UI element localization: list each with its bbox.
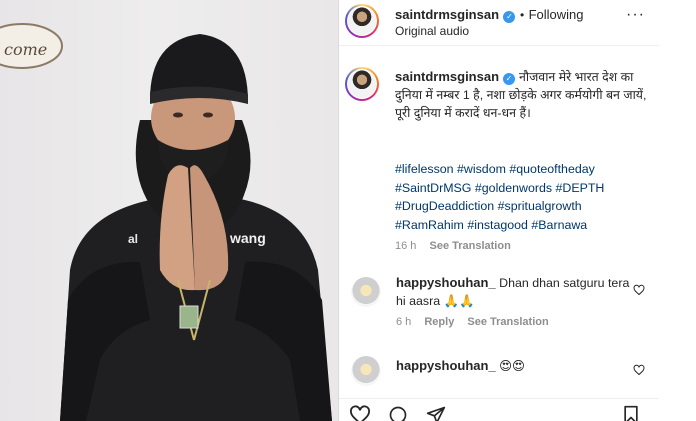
share-icon[interactable]	[425, 405, 447, 421]
see-translation-button[interactable]: See Translation	[429, 240, 510, 252]
wall-sign-text: come	[4, 40, 47, 59]
hashtag[interactable]: #quoteoftheday	[509, 162, 594, 176]
shirt-text-left: al	[128, 232, 138, 246]
hashtag[interactable]: #Barnawa	[531, 218, 587, 232]
author-avatar[interactable]	[345, 4, 379, 38]
author-username[interactable]: saintdrmsginsan	[395, 7, 499, 22]
hashtag[interactable]: #instagood	[467, 218, 528, 232]
hashtag[interactable]: #RamRahim	[395, 218, 464, 232]
hashtag[interactable]: #DEPTH	[556, 181, 605, 195]
post-action-bar	[339, 398, 659, 421]
audio-label[interactable]: Original audio	[395, 24, 469, 38]
reply-button[interactable]: Reply	[424, 316, 454, 328]
hashtags: #lifelesson #wisdom #quoteoftheday #Sain…	[395, 160, 647, 256]
heart-icon[interactable]	[349, 405, 371, 421]
page-margin	[659, 0, 696, 421]
verified-badge-icon: ✓	[503, 73, 516, 85]
commenter-avatar[interactable]	[351, 277, 381, 307]
post-details-pane: saintdrmsginsan ✓ • Following Original a…	[339, 0, 659, 421]
comment-time: 6 h	[396, 316, 412, 328]
commenter-username[interactable]: happyshouhan_	[396, 275, 496, 290]
comment-like-heart-icon[interactable]	[633, 284, 645, 296]
comment-item: happyshouhan_ Dhan dhan satguru tera hi …	[339, 272, 659, 342]
verified-badge-icon: ✓	[503, 11, 516, 23]
bookmark-icon[interactable]	[622, 405, 640, 421]
see-translation-button[interactable]: See Translation	[467, 316, 548, 328]
post-header: saintdrmsginsan ✓ • Following Original a…	[339, 0, 659, 46]
commenter-username[interactable]: happyshouhan_	[396, 358, 496, 373]
hashtag[interactable]: #DrugDeaddiction	[395, 199, 494, 213]
commenter-avatar[interactable]	[351, 356, 381, 386]
more-options-icon[interactable]: ···	[626, 6, 645, 24]
shirt-text-right: wang	[229, 230, 266, 246]
separator-dot: •	[519, 8, 525, 22]
hashtag[interactable]: #SaintDrMSG	[395, 181, 471, 195]
post-photo[interactable]: come al wang	[0, 0, 338, 421]
comment-item: happyshouhan_ 😍😍	[339, 352, 659, 392]
hashtag[interactable]: #goldenwords	[475, 181, 552, 195]
following-button[interactable]: Following	[529, 7, 584, 22]
caption-username[interactable]: saintdrmsginsan	[395, 69, 499, 84]
comment-icon[interactable]	[387, 405, 409, 421]
comment-like-heart-icon[interactable]	[633, 364, 645, 376]
comment-text: 😍😍	[499, 359, 525, 373]
hashtag[interactable]: #wisdom	[457, 162, 506, 176]
hashtag[interactable]: #lifelesson	[395, 162, 454, 176]
caption-avatar[interactable]	[345, 67, 379, 101]
caption-time: 16 h	[395, 240, 417, 252]
caption: saintdrmsginsan ✓ नौजवान मेरे भारत देश का …	[395, 68, 647, 122]
post-image: come al wang	[0, 23, 332, 421]
hashtag[interactable]: #spritualgrowth	[498, 199, 582, 213]
